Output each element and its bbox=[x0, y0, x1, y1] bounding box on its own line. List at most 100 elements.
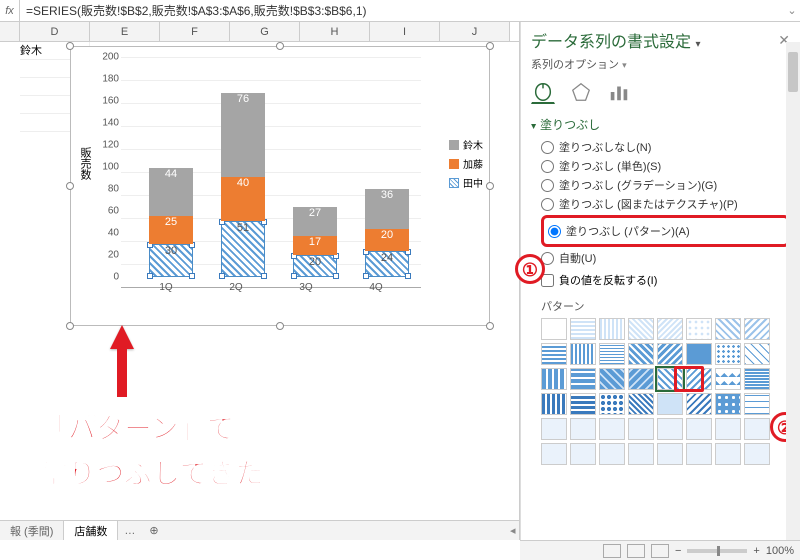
formula-input[interactable]: =SERIES(販売数!$B$2,販売数!$A$3:$A$6,販売数!$B$3:… bbox=[20, 2, 784, 19]
bar-segment-tanaka[interactable]: 20 bbox=[293, 255, 337, 277]
bar-stack[interactable]: 20 17 27 bbox=[293, 207, 337, 277]
pattern-swatch[interactable] bbox=[686, 318, 712, 340]
scrollbar-thumb[interactable] bbox=[788, 52, 798, 92]
plot-area[interactable]: 30 25 44 51 40 76 bbox=[121, 57, 421, 287]
fill-pattern-radio[interactable]: 塗りつぶし (パターン)(A) bbox=[548, 223, 783, 239]
pattern-swatch[interactable] bbox=[686, 443, 712, 465]
pattern-swatch[interactable] bbox=[715, 318, 741, 340]
bar-segment-tanaka[interactable]: 51 bbox=[221, 221, 265, 277]
pattern-swatch[interactable] bbox=[541, 368, 567, 390]
bar-segment-suzuki[interactable]: 27 bbox=[293, 207, 337, 237]
fill-line-icon[interactable] bbox=[531, 80, 555, 104]
bar-stack[interactable]: 24 20 36 bbox=[365, 189, 409, 277]
pattern-swatch[interactable] bbox=[570, 443, 596, 465]
pattern-swatch[interactable] bbox=[541, 343, 567, 365]
pattern-swatch[interactable] bbox=[715, 418, 741, 440]
effects-icon[interactable] bbox=[569, 80, 593, 104]
pattern-swatch[interactable] bbox=[570, 368, 596, 390]
select-all-corner[interactable] bbox=[0, 22, 20, 41]
pattern-swatch[interactable] bbox=[744, 343, 770, 365]
pattern-swatch[interactable] bbox=[744, 368, 770, 390]
bar-segment-suzuki[interactable]: 76 bbox=[221, 93, 265, 177]
view-normal-icon[interactable] bbox=[603, 544, 621, 558]
panel-subtitle[interactable]: 系列のオプション bbox=[531, 59, 619, 71]
col-header[interactable]: H bbox=[300, 22, 370, 41]
pattern-swatch[interactable] bbox=[686, 393, 712, 415]
pattern-swatch[interactable] bbox=[744, 318, 770, 340]
pattern-swatch[interactable] bbox=[715, 343, 741, 365]
pattern-swatch[interactable] bbox=[686, 343, 712, 365]
pattern-swatch[interactable] bbox=[541, 418, 567, 440]
bar-segment-tanaka[interactable]: 24 bbox=[365, 251, 409, 277]
pattern-swatch[interactable] bbox=[715, 368, 741, 390]
fill-none-radio[interactable]: 塗りつぶしなし(N) bbox=[541, 139, 790, 155]
bar-segment-suzuki[interactable]: 36 bbox=[365, 189, 409, 229]
pattern-swatch[interactable] bbox=[599, 318, 625, 340]
resize-handle[interactable] bbox=[486, 42, 494, 50]
view-pagelayout-icon[interactable] bbox=[627, 544, 645, 558]
resize-handle[interactable] bbox=[276, 322, 284, 330]
tab-scroll-left-icon[interactable]: ◂ bbox=[510, 524, 520, 537]
col-header[interactable]: I bbox=[370, 22, 440, 41]
pattern-swatch[interactable] bbox=[599, 393, 625, 415]
bar-segment-tanaka[interactable]: 30 bbox=[149, 244, 193, 277]
pattern-swatch[interactable] bbox=[570, 343, 596, 365]
pattern-swatch[interactable] bbox=[599, 443, 625, 465]
fill-solid-radio[interactable]: 塗りつぶし (単色)(S) bbox=[541, 158, 790, 174]
bar-segment-kato[interactable]: 17 bbox=[293, 236, 337, 255]
bar-segment-kato[interactable]: 40 bbox=[221, 177, 265, 221]
pattern-swatch[interactable] bbox=[541, 318, 567, 340]
zoom-out-icon[interactable]: − bbox=[675, 545, 681, 557]
sheet-tab[interactable]: 店舗数 bbox=[64, 521, 118, 541]
bar-stack[interactable]: 30 25 44 bbox=[149, 168, 193, 277]
pattern-swatch[interactable] bbox=[541, 393, 567, 415]
col-header[interactable]: E bbox=[90, 22, 160, 41]
resize-handle[interactable] bbox=[486, 322, 494, 330]
pattern-swatch[interactable] bbox=[628, 343, 654, 365]
sheet-tab[interactable]: 報 (季間) bbox=[0, 521, 64, 541]
invert-negative-checkbox[interactable]: 負の値を反転する(I) bbox=[541, 272, 790, 288]
fill-gradient-radio[interactable]: 塗りつぶし (グラデーション)(G) bbox=[541, 177, 790, 193]
pattern-swatch[interactable] bbox=[570, 318, 596, 340]
fill-auto-radio[interactable]: 自動(U) bbox=[541, 250, 790, 266]
series-options-icon[interactable] bbox=[607, 80, 631, 104]
col-header[interactable]: D bbox=[20, 22, 90, 41]
chart-legend[interactable]: 鈴木 加藤 田中 bbox=[449, 137, 483, 194]
col-header[interactable]: F bbox=[160, 22, 230, 41]
pattern-swatch[interactable] bbox=[628, 368, 654, 390]
fill-section-header[interactable]: 塗りつぶし bbox=[531, 116, 790, 133]
pattern-swatch[interactable] bbox=[570, 393, 596, 415]
pattern-swatch[interactable] bbox=[628, 443, 654, 465]
panel-scrollbar[interactable] bbox=[786, 42, 800, 540]
pattern-swatch[interactable] bbox=[744, 393, 770, 415]
resize-handle[interactable] bbox=[276, 42, 284, 50]
pattern-swatch[interactable] bbox=[744, 418, 770, 440]
col-header[interactable]: G bbox=[230, 22, 300, 41]
pattern-swatch[interactable] bbox=[657, 343, 683, 365]
pattern-swatch[interactable] bbox=[628, 393, 654, 415]
bar-segment-suzuki[interactable]: 44 bbox=[149, 168, 193, 216]
add-sheet-icon[interactable]: ⊕ bbox=[141, 524, 166, 537]
dropdown-icon[interactable]: ▾ bbox=[622, 60, 627, 70]
resize-handle[interactable] bbox=[66, 42, 74, 50]
bar-stack[interactable]: 51 40 76 bbox=[221, 93, 265, 277]
pattern-swatch[interactable] bbox=[657, 393, 683, 415]
bar-segment-kato[interactable]: 20 bbox=[365, 229, 409, 251]
pattern-swatch[interactable] bbox=[628, 418, 654, 440]
pattern-swatch[interactable] bbox=[686, 418, 712, 440]
zoom-in-icon[interactable]: + bbox=[753, 545, 759, 557]
tab-more-icon[interactable]: … bbox=[118, 525, 141, 537]
dropdown-icon[interactable]: ▾ bbox=[695, 39, 700, 50]
pattern-swatch[interactable] bbox=[715, 443, 741, 465]
pattern-swatch[interactable] bbox=[657, 318, 683, 340]
embedded-chart[interactable]: 販売数 0 20 40 60 80 100 120 140 160 180 20… bbox=[70, 46, 490, 326]
pattern-swatch[interactable] bbox=[599, 343, 625, 365]
zoom-level[interactable]: 100% bbox=[766, 545, 794, 557]
pattern-swatch[interactable] bbox=[541, 443, 567, 465]
resize-handle[interactable] bbox=[486, 182, 494, 190]
fill-picture-radio[interactable]: 塗りつぶし (図またはテクスチャ)(P) bbox=[541, 196, 790, 212]
pattern-swatch[interactable] bbox=[715, 393, 741, 415]
pattern-swatch[interactable] bbox=[599, 418, 625, 440]
pattern-swatch[interactable] bbox=[657, 443, 683, 465]
resize-handle[interactable] bbox=[66, 322, 74, 330]
